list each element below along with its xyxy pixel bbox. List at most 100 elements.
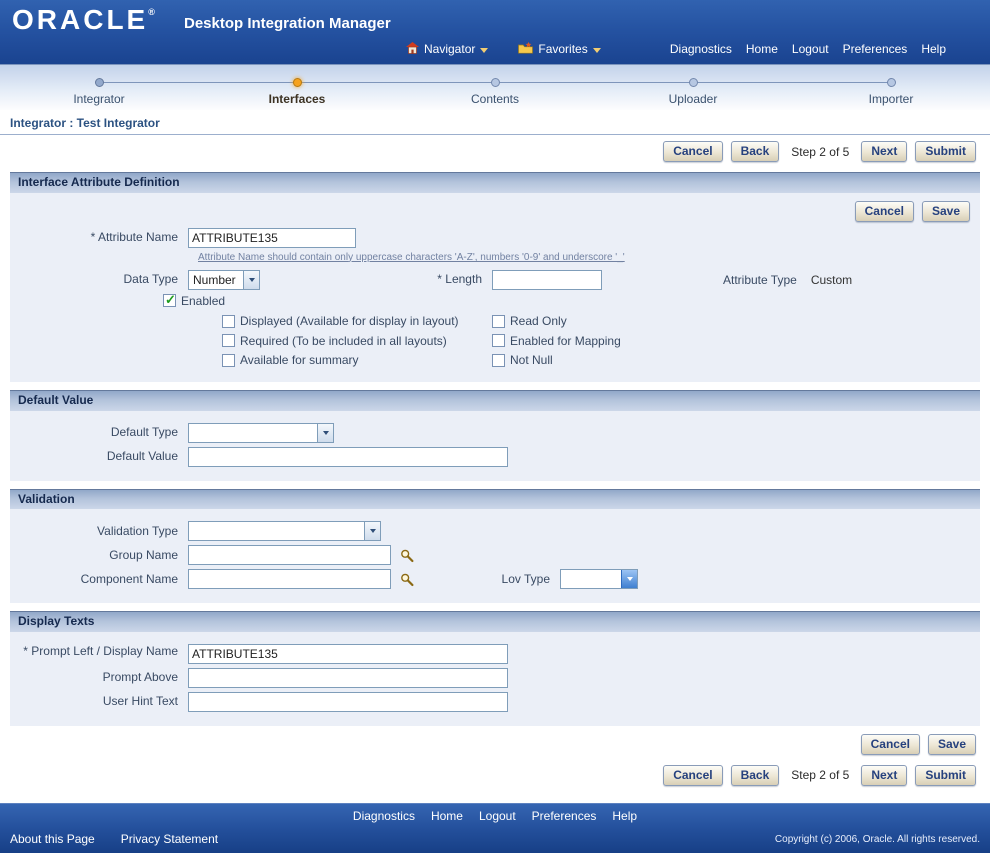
- section-content: * Prompt Left / Display Name Prompt Abov…: [10, 631, 980, 726]
- link-help[interactable]: Help: [921, 42, 946, 56]
- footer-link-home[interactable]: Home: [431, 809, 463, 823]
- group-name-label: Group Name: [109, 547, 178, 562]
- enabled-checkbox[interactable]: [163, 292, 176, 308]
- required-checkbox[interactable]: [222, 334, 235, 348]
- component-name-search-icon[interactable]: [399, 572, 415, 587]
- dropdown-arrow-icon[interactable]: [243, 270, 259, 289]
- next-button-top[interactable]: Next: [861, 141, 908, 163]
- prompt-above-input[interactable]: [188, 667, 508, 688]
- section-actions: Cancel Save: [20, 200, 970, 222]
- display-section-actions: Cancel Save: [14, 733, 976, 755]
- footer-links: Diagnostics Home Logout Preferences Help: [0, 809, 990, 823]
- link-preferences[interactable]: Preferences: [843, 42, 908, 56]
- lov-type-selected-value: [561, 570, 621, 588]
- train-step-contents[interactable]: Contents: [396, 65, 594, 110]
- footer-link-preferences[interactable]: Preferences: [532, 809, 597, 823]
- submit-button-bottom[interactable]: Submit: [915, 764, 976, 786]
- data-type-label: Data Type: [123, 272, 178, 287]
- default-type-select[interactable]: [188, 422, 334, 443]
- back-button-top[interactable]: Back: [730, 141, 780, 163]
- train-step-importer[interactable]: Importer: [792, 65, 990, 110]
- attribute-name-input[interactable]: [188, 227, 356, 248]
- not-null-checkbox[interactable]: [492, 353, 505, 367]
- wizard-train: Integrator Interfaces Contents Uploader …: [0, 64, 990, 110]
- default-value-label: Default Value: [106, 449, 178, 464]
- length-input[interactable]: [492, 269, 602, 290]
- link-home[interactable]: Home: [746, 42, 778, 56]
- back-button-bottom[interactable]: Back: [730, 764, 780, 786]
- attribute-type-value: Custom: [810, 272, 853, 287]
- navigator-menu[interactable]: Navigator: [406, 41, 489, 57]
- user-hint-text-input[interactable]: [188, 691, 508, 712]
- default-type-label: Default Type: [110, 425, 178, 440]
- displayed-checkbox[interactable]: [222, 314, 235, 328]
- dropdown-arrow-icon[interactable]: [317, 423, 333, 442]
- group-name-input[interactable]: [188, 545, 391, 566]
- user-hint-text-label: User Hint Text: [102, 694, 178, 709]
- prompt-left-label: * Prompt Left / Display Name: [23, 643, 178, 658]
- header: ORACLE® Desktop Integration Manager Navi…: [0, 0, 990, 64]
- group-name-search-icon[interactable]: [399, 548, 415, 563]
- footer-link-logout[interactable]: Logout: [479, 809, 516, 823]
- submit-button-top[interactable]: Submit: [915, 141, 976, 163]
- link-logout[interactable]: Logout: [792, 42, 829, 56]
- train-step-label: Interfaces: [268, 92, 326, 106]
- attribute-name-label: * Attribute Name: [90, 230, 178, 245]
- data-type-selected-value: Number: [193, 272, 236, 287]
- step-indicator: Step 2 of 5: [791, 144, 850, 159]
- dropdown-arrow-icon[interactable]: [621, 570, 637, 589]
- displayed-label: Displayed (Available for display in layo…: [240, 314, 459, 329]
- available-for-summary-checkbox[interactable]: [222, 353, 235, 367]
- length-label: * Length: [437, 272, 482, 287]
- read-only-label: Read Only: [510, 314, 567, 329]
- app-title: Desktop Integration Manager: [184, 15, 391, 32]
- default-value-input[interactable]: [188, 446, 508, 467]
- privacy-statement-link[interactable]: Privacy Statement: [121, 832, 218, 846]
- train-step-label[interactable]: Uploader: [669, 92, 718, 106]
- dropdown-arrow-icon[interactable]: [364, 522, 380, 541]
- house-icon: [406, 41, 419, 57]
- interface-attribute-definition-section: Interface Attribute Definition Cancel Sa…: [10, 172, 980, 383]
- cancel-button-bottom[interactable]: Cancel: [663, 764, 723, 786]
- data-type-select[interactable]: Number: [188, 269, 260, 290]
- display-cancel-button[interactable]: Cancel: [860, 733, 920, 755]
- global-links: Diagnostics Home Logout Preferences Help: [670, 42, 946, 56]
- next-button-bottom[interactable]: Next: [861, 764, 908, 786]
- train-step-label[interactable]: Importer: [869, 92, 914, 106]
- cancel-button-top[interactable]: Cancel: [663, 141, 723, 163]
- footer-link-diagnostics[interactable]: Diagnostics: [353, 809, 415, 823]
- attribute-save-button[interactable]: Save: [921, 200, 970, 222]
- options-row: Displayed (Available for display in layo…: [222, 314, 970, 328]
- component-name-input[interactable]: [188, 569, 391, 590]
- favorites-menu[interactable]: Favorites: [518, 41, 601, 57]
- footer: Diagnostics Home Logout Preferences Help…: [0, 803, 990, 853]
- train-step-label[interactable]: Contents: [471, 92, 519, 106]
- train-step-uploader[interactable]: Uploader: [594, 65, 792, 110]
- enabled-for-mapping-checkbox[interactable]: [492, 334, 505, 348]
- breadcrumb[interactable]: Integrator : Test Integrator: [10, 116, 160, 130]
- breadcrumb-bar: Integrator : Test Integrator: [0, 110, 990, 136]
- default-type-selected-value: [189, 424, 317, 442]
- train-step-integrator[interactable]: Integrator: [0, 65, 198, 110]
- validation-type-select[interactable]: [188, 521, 381, 542]
- navigator-label: Navigator: [424, 42, 476, 57]
- prompt-left-input[interactable]: [188, 643, 508, 664]
- component-name-label: Component Name: [80, 571, 178, 586]
- display-save-button[interactable]: Save: [927, 733, 976, 755]
- step-indicator: Step 2 of 5: [791, 767, 850, 782]
- attribute-cancel-button[interactable]: Cancel: [854, 200, 914, 222]
- validation-type-label: Validation Type: [97, 523, 178, 538]
- favorites-folder-icon: [518, 41, 534, 57]
- enabled-for-mapping-label: Enabled for Mapping: [510, 333, 621, 348]
- about-this-page-link[interactable]: About this Page: [10, 832, 95, 846]
- section-title: Validation: [10, 488, 980, 510]
- link-diagnostics[interactable]: Diagnostics: [670, 42, 732, 56]
- default-value-section: Default Value Default Type Default Value: [10, 390, 980, 481]
- prompt-above-label: Prompt Above: [102, 670, 178, 685]
- lov-type-select[interactable]: [560, 569, 638, 590]
- read-only-checkbox[interactable]: [492, 314, 505, 328]
- train-step-label[interactable]: Integrator: [73, 92, 124, 106]
- footer-link-help[interactable]: Help: [612, 809, 637, 823]
- train-step-interfaces: Interfaces: [198, 65, 396, 110]
- section-content: Cancel Save * Attribute Name Attribute N…: [10, 192, 980, 383]
